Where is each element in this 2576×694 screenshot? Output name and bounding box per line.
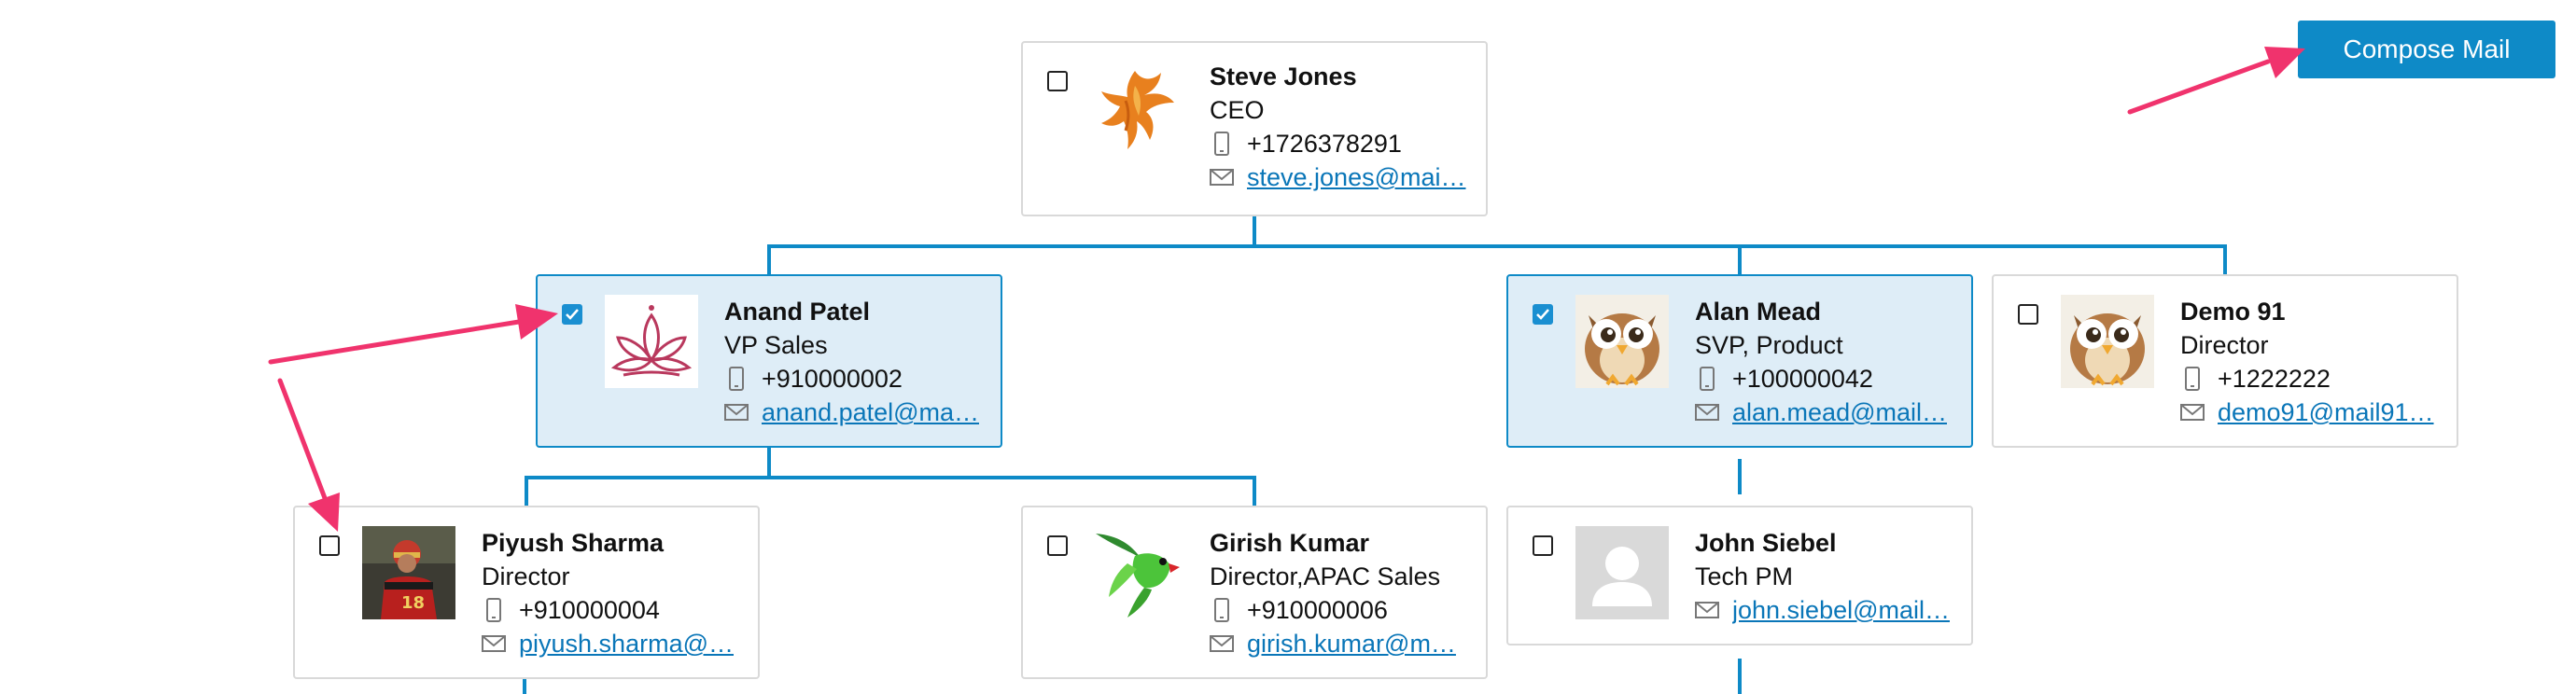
person-email-link[interactable]: john.siebel@mail… — [1732, 593, 1950, 627]
select-checkbox[interactable] — [1047, 71, 1068, 91]
mail-icon — [1695, 400, 1719, 424]
person-phone: +910000006 — [1247, 596, 1388, 624]
org-card-anand-patel[interactable]: Anand Patel VP Sales +910000002 anand.pa… — [536, 274, 1002, 448]
org-card-john-siebel[interactable]: John Siebel Tech PM john.siebel@mail… — [1506, 506, 1973, 645]
person-name: Piyush Sharma — [482, 529, 665, 557]
person-title: Director — [2180, 331, 2269, 359]
person-phone: +1222222 — [2218, 365, 2331, 393]
mobile-phone-icon — [1210, 598, 1234, 622]
person-email-link[interactable]: steve.jones@mai… — [1247, 160, 1466, 194]
person-email-link[interactable]: alan.mead@mail… — [1732, 396, 1947, 429]
select-checkbox[interactable] — [319, 535, 340, 556]
select-checkbox[interactable] — [1533, 535, 1553, 556]
mail-icon — [724, 400, 749, 424]
parrot-avatar-icon — [1090, 526, 1183, 619]
mail-icon — [1695, 598, 1719, 622]
person-name: Alan Mead — [1695, 298, 1822, 326]
org-card-piyush-sharma[interactable]: 18 Piyush Sharma Director +910000004 piy… — [293, 506, 760, 679]
person-title: SVP, Product — [1695, 331, 1843, 359]
person-title: Tech PM — [1695, 562, 1794, 590]
person-email-link[interactable]: anand.patel@ma… — [762, 396, 979, 429]
mail-icon — [1210, 632, 1234, 656]
mobile-phone-icon — [1210, 132, 1234, 156]
mobile-phone-icon — [2180, 367, 2205, 391]
person-phone: +100000042 — [1732, 365, 1873, 393]
person-email-link[interactable]: piyush.sharma@… — [519, 627, 734, 660]
person-name: Steve Jones — [1210, 62, 1357, 90]
select-checkbox[interactable] — [1533, 304, 1553, 325]
person-email-link[interactable]: girish.kumar@m… — [1247, 627, 1456, 660]
org-card-demo-91[interactable]: Demo 91 Director +1222222 demo91@mail91… — [1992, 274, 2458, 448]
mobile-phone-icon — [724, 367, 749, 391]
person-name: John Siebel — [1695, 529, 1837, 557]
person-name: Girish Kumar — [1210, 529, 1370, 557]
org-card-steve-jones[interactable]: Steve Jones CEO +1726378291 steve.jones@… — [1021, 41, 1488, 216]
cricketer-photo-icon: 18 — [362, 526, 455, 619]
mail-icon — [1210, 165, 1234, 189]
lotus-avatar-icon — [605, 295, 698, 388]
svg-text:18: 18 — [401, 593, 425, 613]
owl-avatar-icon — [1575, 295, 1669, 388]
person-title: VP Sales — [724, 331, 828, 359]
mobile-phone-icon — [1695, 367, 1719, 391]
phoenix-avatar-icon — [1088, 63, 1182, 157]
org-card-alan-mead[interactable]: Alan Mead SVP, Product +100000042 alan.m… — [1506, 274, 1973, 448]
person-phone: +910000002 — [762, 365, 903, 393]
compose-mail-button[interactable]: Compose Mail — [2298, 21, 2555, 78]
org-card-girish-kumar[interactable]: Girish Kumar Director,APAC Sales +910000… — [1021, 506, 1488, 679]
select-checkbox[interactable] — [562, 304, 582, 325]
mail-icon — [482, 632, 506, 656]
select-checkbox[interactable] — [2018, 304, 2038, 325]
mail-icon — [2180, 400, 2205, 424]
mobile-phone-icon — [482, 598, 506, 622]
owl-avatar-icon — [2061, 295, 2154, 388]
person-title: Director,APAC Sales — [1210, 562, 1441, 590]
person-name: Anand Patel — [724, 298, 871, 326]
person-name: Demo 91 — [2180, 298, 2286, 326]
person-title: Director — [482, 562, 570, 590]
person-phone: +1726378291 — [1247, 130, 1402, 158]
person-email-link[interactable]: demo91@mail91… — [2218, 396, 2434, 429]
default-user-avatar-icon — [1575, 526, 1669, 619]
person-phone: +910000004 — [519, 596, 660, 624]
person-title: CEO — [1210, 96, 1265, 124]
select-checkbox[interactable] — [1047, 535, 1068, 556]
